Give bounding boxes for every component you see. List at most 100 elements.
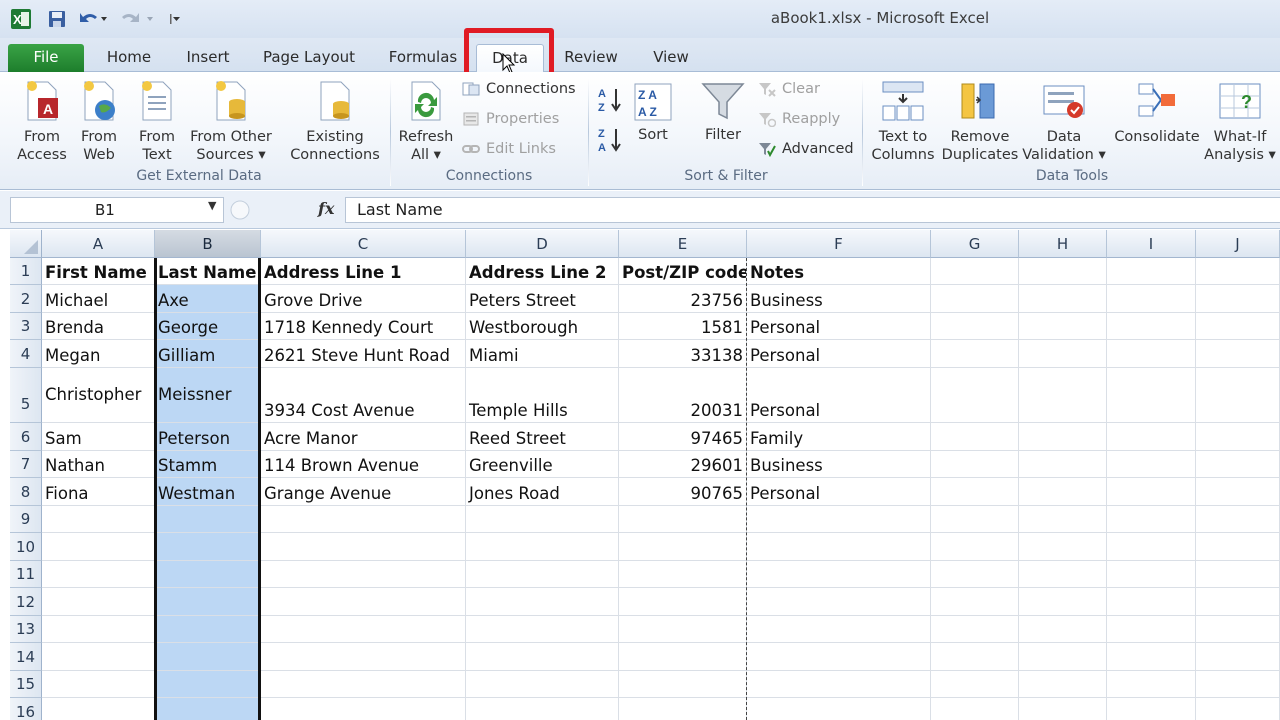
cell-g6[interactable] — [931, 423, 1019, 451]
column-header-b[interactable]: B — [155, 230, 261, 258]
select-all-corner[interactable] — [10, 230, 42, 258]
cell-h14[interactable] — [1019, 643, 1107, 671]
connections-button[interactable]: Connections — [462, 78, 576, 100]
row-header-10[interactable]: 10 — [10, 533, 42, 561]
cell-d4[interactable]: Miami — [466, 340, 619, 368]
clear-filter-button[interactable]: Clear — [758, 78, 820, 100]
cell-j16[interactable] — [1196, 698, 1280, 720]
cell-b1[interactable]: Last Name — [155, 258, 261, 285]
cell-j11[interactable] — [1196, 561, 1280, 588]
cell-a9[interactable] — [42, 506, 155, 533]
row-header-3[interactable]: 3 — [10, 313, 42, 340]
cell-a10[interactable] — [42, 533, 155, 561]
worksheet-grid[interactable]: ABCDEFGHIJ 1 2 3 4 5 6 7 8 9 10 11 12 13 14 15 16 First… — [0, 230, 1280, 720]
row-header-1[interactable]: 1 — [10, 258, 42, 285]
sort-a-to-z-button[interactable]: AZ — [596, 86, 624, 119]
row-header-2[interactable]: 2 — [10, 285, 42, 313]
cell-e10[interactable] — [619, 533, 747, 561]
cell-c12[interactable] — [261, 588, 466, 616]
cell-a11[interactable] — [42, 561, 155, 588]
cell-j9[interactable] — [1196, 506, 1280, 533]
from-web-button[interactable]: From Web — [74, 78, 124, 164]
row-header-15[interactable]: 15 — [10, 671, 42, 698]
cell-a12[interactable] — [42, 588, 155, 616]
cell-a5[interactable]: Christopher — [42, 368, 155, 423]
cell-a7[interactable]: Nathan — [42, 451, 155, 478]
cell-f4[interactable]: Personal — [747, 340, 931, 368]
cell-f15[interactable] — [747, 671, 931, 698]
column-header-c[interactable]: C — [261, 230, 466, 258]
cell-c8[interactable]: Grange Avenue — [261, 478, 466, 506]
cell-c13[interactable] — [261, 616, 466, 643]
cell-e3[interactable]: 1581 — [619, 313, 747, 340]
cell-j7[interactable] — [1196, 451, 1280, 478]
cell-i16[interactable] — [1107, 698, 1196, 720]
row-header-9[interactable]: 9 — [10, 506, 42, 533]
cell-d13[interactable] — [466, 616, 619, 643]
cell-b7[interactable]: Stamm — [155, 451, 261, 478]
cell-b15[interactable] — [155, 671, 261, 698]
cell-j2[interactable] — [1196, 285, 1280, 313]
row-header-12[interactable]: 12 — [10, 588, 42, 616]
cell-h6[interactable] — [1019, 423, 1107, 451]
cell-c11[interactable] — [261, 561, 466, 588]
cell-h10[interactable] — [1019, 533, 1107, 561]
remove-duplicates-button[interactable]: Remove Duplicates — [940, 78, 1020, 164]
cell-b9[interactable] — [155, 506, 261, 533]
sort-z-to-a-button[interactable]: ZA — [596, 126, 624, 159]
cell-g3[interactable] — [931, 313, 1019, 340]
cell-h15[interactable] — [1019, 671, 1107, 698]
cell-h4[interactable] — [1019, 340, 1107, 368]
cell-i10[interactable] — [1107, 533, 1196, 561]
sort-button[interactable]: Z A A Z Sort — [630, 82, 676, 144]
column-header-a[interactable]: A — [42, 230, 155, 258]
cell-j5[interactable] — [1196, 368, 1280, 423]
cell-i9[interactable] — [1107, 506, 1196, 533]
tab-page-layout[interactable]: Page Layout — [254, 44, 364, 72]
cell-f9[interactable] — [747, 506, 931, 533]
cell-e9[interactable] — [619, 506, 747, 533]
cell-d11[interactable] — [466, 561, 619, 588]
cell-j8[interactable] — [1196, 478, 1280, 506]
cell-e11[interactable] — [619, 561, 747, 588]
cell-d6[interactable]: Reed Street — [466, 423, 619, 451]
cell-j10[interactable] — [1196, 533, 1280, 561]
cell-b3[interactable]: George — [155, 313, 261, 340]
cell-d9[interactable] — [466, 506, 619, 533]
tab-formulas[interactable]: Formulas — [380, 44, 466, 72]
cell-f14[interactable] — [747, 643, 931, 671]
cell-f3[interactable]: Personal — [747, 313, 931, 340]
cell-b5[interactable]: Meissner — [155, 368, 261, 423]
cell-c7[interactable]: 114 Brown Avenue — [261, 451, 466, 478]
column-header-i[interactable]: I — [1107, 230, 1196, 258]
cell-i4[interactable] — [1107, 340, 1196, 368]
cell-d14[interactable] — [466, 643, 619, 671]
cell-g5[interactable] — [931, 368, 1019, 423]
cell-j3[interactable] — [1196, 313, 1280, 340]
cell-g10[interactable] — [931, 533, 1019, 561]
properties-button[interactable]: Properties — [462, 108, 559, 130]
from-text-button[interactable]: From Text — [132, 78, 182, 164]
cell-a8[interactable]: Fiona — [42, 478, 155, 506]
cell-g13[interactable] — [931, 616, 1019, 643]
cell-g2[interactable] — [931, 285, 1019, 313]
cell-c5[interactable]: 3934 Cost Avenue — [261, 368, 466, 423]
row-header-11[interactable]: 11 — [10, 561, 42, 588]
cell-i8[interactable] — [1107, 478, 1196, 506]
cell-h2[interactable] — [1019, 285, 1107, 313]
cell-f7[interactable]: Business — [747, 451, 931, 478]
reapply-button[interactable]: Reapply — [758, 108, 840, 130]
cell-i7[interactable] — [1107, 451, 1196, 478]
cell-g8[interactable] — [931, 478, 1019, 506]
insert-function-icon[interactable]: fx — [318, 199, 334, 218]
cell-j15[interactable] — [1196, 671, 1280, 698]
cell-b4[interactable]: Gilliam — [155, 340, 261, 368]
cell-e8[interactable]: 90765 — [619, 478, 747, 506]
cell-e14[interactable] — [619, 643, 747, 671]
cell-g14[interactable] — [931, 643, 1019, 671]
cell-b11[interactable] — [155, 561, 261, 588]
cell-a15[interactable] — [42, 671, 155, 698]
cell-d16[interactable] — [466, 698, 619, 720]
cell-a3[interactable]: Brenda — [42, 313, 155, 340]
cell-i3[interactable] — [1107, 313, 1196, 340]
